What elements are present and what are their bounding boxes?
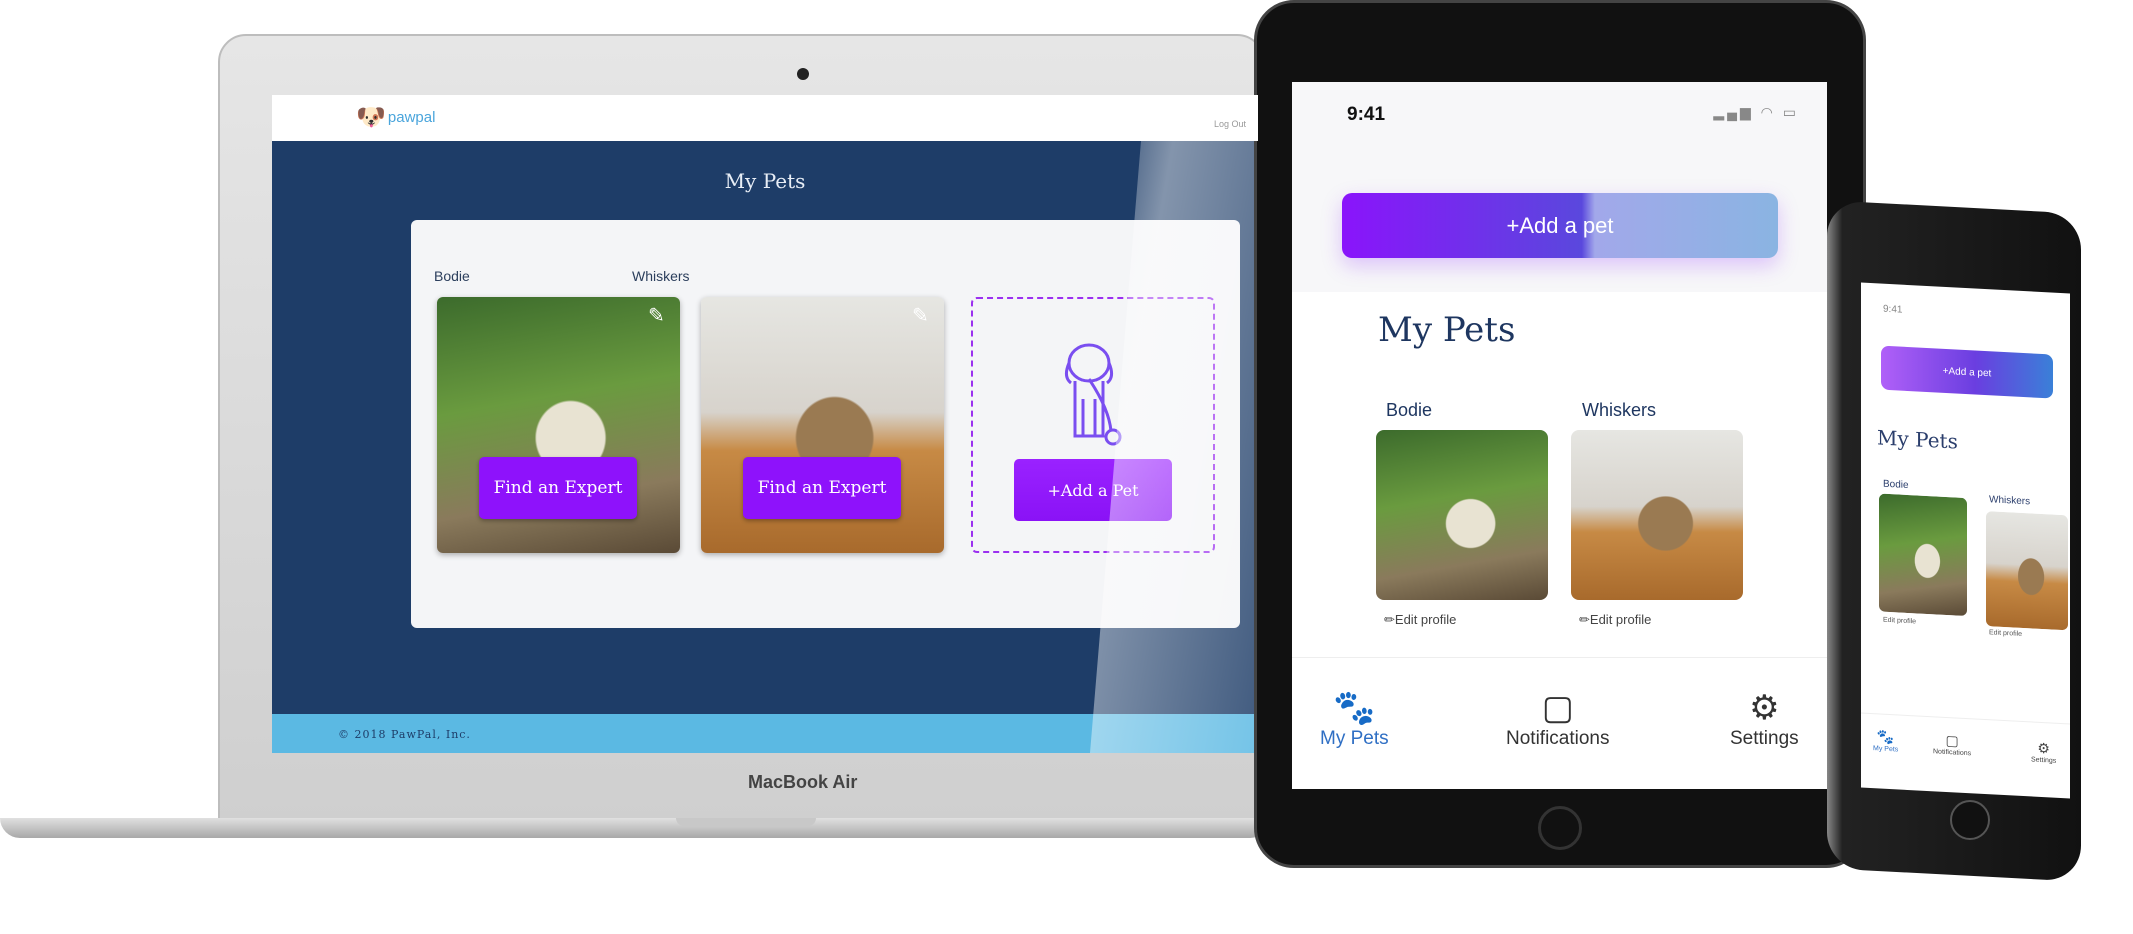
tab-notifications[interactable]: ▢ Notifications: [1506, 688, 1610, 750]
pet-name: Whiskers: [1989, 494, 2031, 508]
edit-icon[interactable]: ✎: [912, 305, 934, 327]
pet-photo-whiskers[interactable]: [1986, 511, 2068, 631]
wifi-icon: ◠: [1760, 104, 1776, 120]
logo[interactable]: 🐶 pawpal: [356, 103, 435, 132]
dog-logo-icon: 🐶: [356, 104, 386, 131]
paw-icon: 🐾: [1876, 728, 1895, 746]
edit-profile-link[interactable]: Edit profile: [1883, 617, 1916, 626]
brand-name: pawpal: [387, 109, 436, 126]
pets-panel: Bodie Whiskers ✎ Find an Expert ✎ Find a…: [411, 220, 1240, 628]
edit-profile-link[interactable]: ✏Edit profile: [1579, 612, 1651, 628]
page-title: My Pets: [1378, 310, 1516, 350]
add-pet-button[interactable]: +Add a Pet: [1014, 459, 1172, 521]
tab-bar-divider: [1861, 712, 2070, 725]
tablet-screen: 9:41 ▂▄▆ ◠ ▭ +Add a pet My Pets Bodie Wh…: [1292, 82, 1827, 789]
dog-leash-icon: [1064, 343, 1122, 446]
pet-photo-whiskers[interactable]: [1571, 430, 1743, 600]
phone-home-button[interactable]: [1950, 800, 1990, 840]
pet-name: Bodie: [1883, 478, 1909, 492]
laptop-base: [0, 818, 1270, 838]
edit-profile-link[interactable]: Edit profile: [1989, 629, 2022, 638]
status-time: 9:41: [1883, 303, 1903, 316]
signal-icon: ▂▄▆: [1713, 104, 1754, 120]
gear-icon: ⚙: [2037, 739, 2050, 757]
pencil-icon: ✏: [1384, 612, 1395, 627]
pet-name: Bodie: [1386, 400, 1433, 420]
find-expert-button[interactable]: Find an Expert: [743, 457, 901, 519]
header: 🐶 pawpal Log Out: [272, 95, 1258, 141]
camera: [797, 68, 809, 80]
add-pet-card[interactable]: +Add a Pet: [971, 297, 1215, 553]
add-pet-button[interactable]: +Add a pet: [1881, 345, 2053, 399]
tab-my-pets[interactable]: 🐾 My Pets: [1320, 688, 1389, 750]
add-pet-button[interactable]: +Add a pet: [1342, 193, 1778, 258]
device-label: MacBook Air: [748, 772, 858, 792]
tab-bar: 🐾 My Pets ▢ Notifications ⚙ Settings: [1292, 657, 1827, 789]
logout-link[interactable]: Log Out: [1214, 119, 1246, 129]
pet-photo-bodie[interactable]: [1879, 493, 1967, 617]
pencil-icon: ✏: [1579, 612, 1590, 627]
tab-notifications[interactable]: ▢ Notifications: [1933, 731, 1971, 757]
gear-icon: ⚙: [1749, 689, 1780, 727]
copyright: © 2018 PawPal, Inc.: [338, 728, 471, 741]
edit-icon[interactable]: ✎: [648, 305, 670, 327]
tab-settings[interactable]: ⚙ Settings: [2031, 739, 2056, 765]
page-title: My Pets: [724, 169, 806, 193]
pet-card-bodie[interactable]: ✎ Find an Expert: [437, 297, 680, 553]
find-expert-button[interactable]: Find an Expert: [479, 457, 637, 519]
phone-screen: 9:41 +Add a pet My Pets Bodie Whiskers E…: [1861, 282, 2070, 799]
battery-icon: ▭: [1782, 104, 1799, 120]
notification-icon: ▢: [1945, 731, 1959, 749]
tab-settings[interactable]: ⚙ Settings: [1730, 688, 1799, 750]
status-icons: ▂▄▆ ◠ ▭: [1713, 104, 1799, 121]
tab-my-pets[interactable]: 🐾 My Pets: [1873, 728, 1898, 753]
status-time: 9:41: [1347, 104, 1386, 125]
pet-photo-bodie[interactable]: [1376, 430, 1548, 600]
pet-card-whiskers[interactable]: ✎ Find an Expert: [701, 297, 944, 553]
footer: © 2018 PawPal, Inc.: [272, 714, 1258, 753]
pet-name: Whiskers: [632, 268, 690, 284]
paw-icon: 🐾: [1333, 689, 1376, 727]
pet-name: Whiskers: [1582, 400, 1657, 420]
pet-name: Bodie: [434, 268, 470, 284]
edit-profile-link[interactable]: ✏Edit profile: [1384, 612, 1456, 628]
home-button[interactable]: [1538, 806, 1582, 850]
notification-icon: ▢: [1541, 689, 1574, 727]
laptop-notch: [676, 818, 816, 826]
laptop-screen: 🐶 pawpal Log Out My Pets Bodie Whiskers ✎…: [272, 95, 1258, 753]
page-title: My Pets: [1877, 425, 1958, 454]
